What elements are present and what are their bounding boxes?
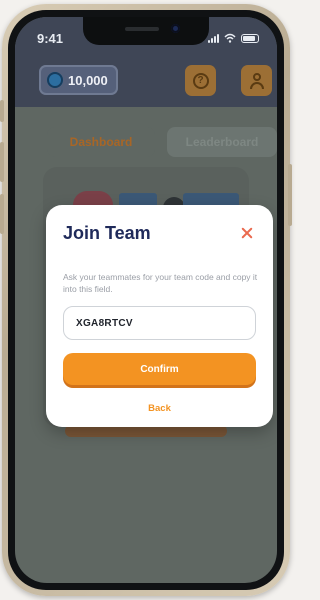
- join-team-modal: Join Team Ask your teammates for your te…: [46, 205, 273, 427]
- tab-bar: Dashboard Leaderboard: [39, 127, 277, 157]
- screen: 10,000 ? 9:41 Dashboard Leaderboard Join…: [15, 17, 277, 583]
- help-button[interactable]: ?: [185, 65, 216, 96]
- notch: [83, 17, 209, 45]
- battery-icon: [241, 34, 259, 43]
- team-code-input[interactable]: [63, 306, 256, 340]
- tab-dashboard[interactable]: Dashboard: [47, 127, 155, 157]
- phone-frame: 10,000 ? 9:41 Dashboard Leaderboard Join…: [0, 4, 292, 596]
- signal-icon: [208, 33, 219, 43]
- wifi-icon: [224, 33, 236, 43]
- tab-leaderboard[interactable]: Leaderboard: [167, 127, 277, 157]
- back-link[interactable]: Back: [46, 403, 273, 414]
- coin-balance[interactable]: 10,000: [39, 65, 118, 95]
- status-icons: [208, 33, 259, 43]
- help-icon: ?: [192, 72, 209, 89]
- phone-bezel: 10,000 ? 9:41 Dashboard Leaderboard Join…: [8, 10, 284, 590]
- close-button[interactable]: [235, 221, 259, 245]
- modal-title: Join Team: [63, 223, 151, 243]
- profile-button[interactable]: [241, 65, 272, 96]
- speaker-grille: [125, 27, 159, 31]
- status-time: 9:41: [37, 31, 64, 46]
- volume-down-button: [0, 194, 4, 234]
- close-icon: [241, 227, 253, 239]
- volume-up-button: [0, 142, 4, 182]
- profile-icon: [249, 72, 265, 89]
- modal-description: Ask your teammates for your team code an…: [63, 272, 258, 294]
- front-camera-icon: [171, 24, 180, 33]
- mute-switch: [0, 100, 4, 122]
- coin-value: 10,000: [68, 72, 108, 88]
- coin-icon: [47, 72, 63, 88]
- confirm-button[interactable]: Confirm: [63, 353, 256, 385]
- power-button: [288, 164, 292, 226]
